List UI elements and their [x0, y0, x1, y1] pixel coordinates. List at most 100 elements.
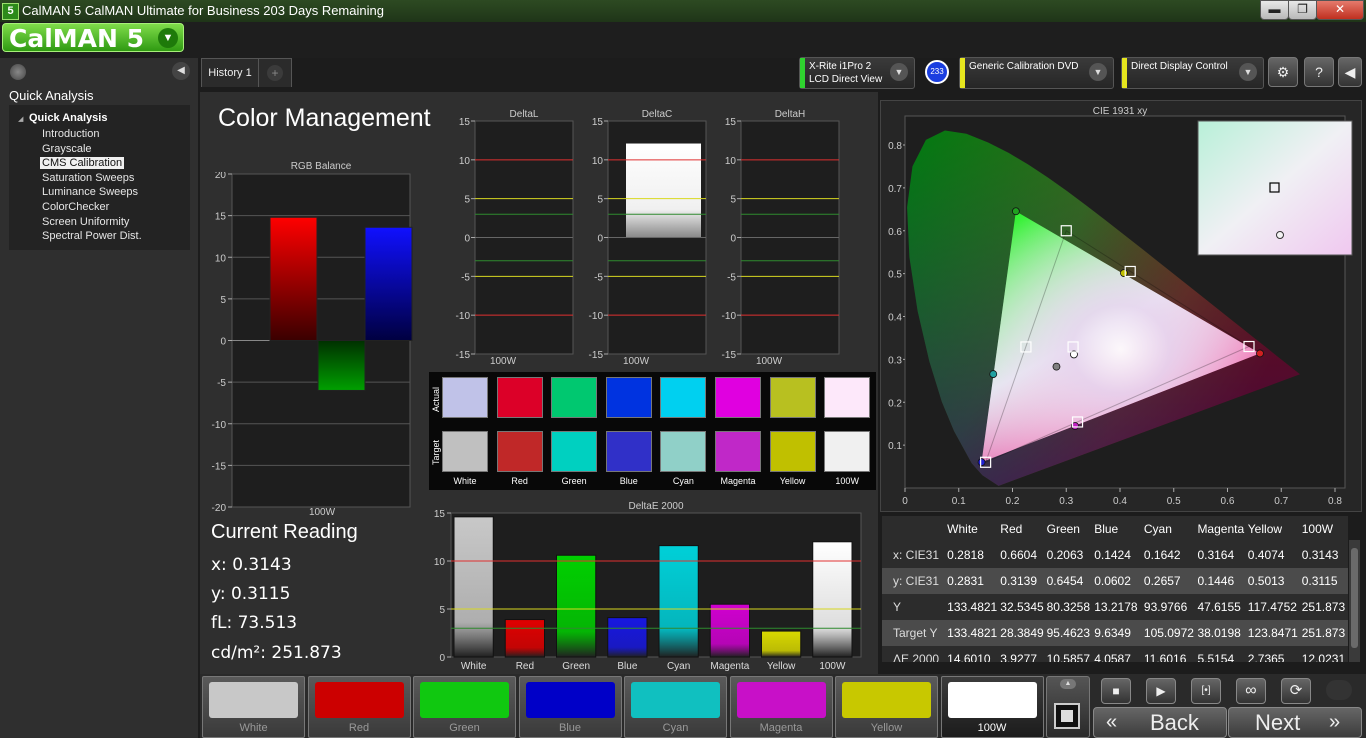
help-button[interactable]: ?	[1304, 57, 1334, 87]
measured-point	[1256, 349, 1264, 358]
add-tab-button[interactable]: +	[258, 58, 292, 87]
sidebar-item[interactable]: Screen Uniformity	[42, 216, 129, 228]
sidebar-item[interactable]: Luminance Sweeps	[42, 186, 138, 198]
tree-expand-icon[interactable]: ◢	[18, 115, 23, 123]
next-arrow-icon: »	[1329, 711, 1341, 733]
y-tick-label: 15	[725, 117, 737, 128]
play-button[interactable]: ▶	[1146, 678, 1176, 704]
delta-chart-title: DeltaL	[510, 109, 539, 120]
table-cell: 11.6016	[1143, 652, 1187, 662]
sidebar-item[interactable]: Spectral Power Dist.	[42, 230, 142, 242]
pattern-label: Blue	[558, 722, 582, 734]
y-tick-label: -15	[722, 350, 737, 361]
delta-charts: DeltaL 15 10 5 0 -5 -10 -15 100W DeltaC 15 10 5 0 -5 -1…	[456, 109, 840, 367]
table-cell: 9.6349	[1094, 626, 1131, 640]
pattern-button[interactable]: Yellow	[835, 676, 938, 738]
next-label: Next	[1255, 710, 1301, 735]
x-tick-label: 0.5	[1167, 496, 1181, 507]
sidebar-collapse-button[interactable]: ◀	[172, 62, 190, 80]
logo-text: CalMAN 5	[9, 24, 145, 53]
actual-swatch	[551, 377, 598, 418]
y-tick-label: 10	[434, 557, 446, 568]
sidebar-item[interactable]: ColorChecker	[42, 201, 109, 213]
row-label: x: CIE31	[893, 548, 940, 562]
extra-control-icon[interactable]	[1326, 680, 1352, 700]
settings-button[interactable]: ⚙	[1268, 57, 1298, 87]
continuous-button[interactable]: ∞	[1236, 678, 1266, 704]
row-label: y: CIE31	[893, 574, 940, 588]
x-tick-label: Green	[562, 661, 590, 672]
y-tick-label: 5	[730, 195, 736, 206]
workflow-dot-icon[interactable]	[10, 64, 26, 80]
close-button[interactable]: ✕	[1316, 0, 1364, 20]
stop-button[interactable]: ■	[1101, 678, 1131, 704]
table-cell: 3.9277	[1000, 652, 1037, 662]
display-selector[interactable]: Direct Display Control ▼	[1121, 57, 1264, 89]
plus-icon: +	[267, 65, 283, 81]
swatch-label: Green	[561, 476, 587, 486]
tab-history-1[interactable]: History 1	[201, 58, 259, 87]
display-status-bar	[1122, 58, 1127, 88]
table-scrollbar[interactable]	[1349, 540, 1360, 662]
pattern-button[interactable]: Cyan	[624, 676, 727, 738]
pattern-button[interactable]: Magenta	[729, 676, 833, 738]
scrollbar-thumb[interactable]	[1351, 548, 1358, 648]
meter-selector[interactable]: X-Rite i1Pro 2 LCD Direct View ▼	[799, 57, 915, 89]
y-tick-label: -10	[589, 311, 604, 322]
y-tick-label: -5	[461, 272, 470, 283]
target-swatch	[824, 431, 871, 472]
y-tick-label: 20	[215, 172, 227, 181]
y-tick-label: -20	[212, 503, 227, 514]
pattern-button[interactable]: Red	[307, 676, 411, 738]
rgb-bar-blue	[364, 226, 413, 341]
rgb-bar-green	[317, 340, 366, 391]
actual-swatch	[715, 377, 761, 418]
minimize-button[interactable]: ▬	[1260, 0, 1289, 20]
source-selector[interactable]: Generic Calibration DVD ▼	[959, 57, 1114, 89]
collapse-right-button[interactable]: ◀	[1338, 57, 1362, 87]
back-arrow-icon: «	[1106, 711, 1118, 733]
table-cell: 93.9766	[1143, 600, 1188, 614]
actual-swatch	[769, 377, 816, 418]
swatch-label: White	[453, 476, 477, 486]
sidebar-item[interactable]: Grayscale	[42, 143, 92, 155]
y-tick-label: 0.5	[888, 270, 902, 281]
deltae-chart: DeltaE 2000 White Red Green Blue Cyan Magenta Y…	[434, 501, 862, 672]
column-header: Green	[1046, 522, 1080, 536]
pattern-button[interactable]: Green	[413, 676, 516, 738]
table-cell: 4.0587	[1094, 652, 1131, 662]
back-button[interactable]: « Back	[1093, 707, 1227, 738]
table-cell: 133.4821	[947, 626, 998, 640]
maximize-button[interactable]: ❐	[1288, 0, 1317, 20]
measured-point	[989, 370, 998, 378]
next-button[interactable]: Next »	[1228, 707, 1362, 738]
refresh-button[interactable]: ⟳	[1281, 678, 1311, 704]
chevron-up-icon[interactable]: ▲	[1060, 679, 1076, 689]
tree-root-quick-analysis[interactable]: Quick Analysis	[29, 112, 107, 124]
y-tick-label: -15	[212, 461, 227, 472]
row-label: Target Y	[893, 626, 938, 640]
actual-swatch	[660, 377, 707, 418]
measured-point	[1052, 362, 1061, 371]
table-row: x: CIE31 0.2818 0.6604 0.2063 0.1424 0.1642 0.…	[882, 542, 1348, 568]
delta-chart-xlabel: 100W	[623, 356, 650, 367]
column-header	[882, 516, 946, 542]
sidebar-item[interactable]: Saturation Sweeps	[42, 172, 134, 184]
read-series-icon: [•]	[1201, 685, 1211, 696]
swatch-label: 100W	[835, 476, 859, 486]
pattern-button[interactable]: 100W	[940, 676, 1044, 738]
sidebar-item[interactable]: Introduction	[42, 128, 99, 140]
chevron-down-icon: ▼	[1089, 63, 1107, 81]
cie-title: CIE 1931 xy	[1092, 106, 1148, 117]
data-table: White Red Green Blue Cyan Magenta Yellow 100W x:…	[882, 516, 1348, 662]
x-tick-label: Yellow	[767, 661, 796, 672]
y-tick-label: 15	[459, 117, 471, 128]
target-swatch	[660, 431, 707, 472]
read-series-button[interactable]: [•]	[1191, 678, 1221, 704]
pattern-toggle[interactable]: ▲	[1046, 676, 1090, 738]
sidebar-item[interactable]: CMS Calibration	[40, 157, 125, 170]
deltae-bar	[761, 630, 802, 658]
calman-logo-menu[interactable]: CalMAN 5 ▼	[2, 23, 184, 53]
pattern-button[interactable]: White	[202, 676, 305, 738]
pattern-button[interactable]: Blue	[518, 676, 622, 738]
